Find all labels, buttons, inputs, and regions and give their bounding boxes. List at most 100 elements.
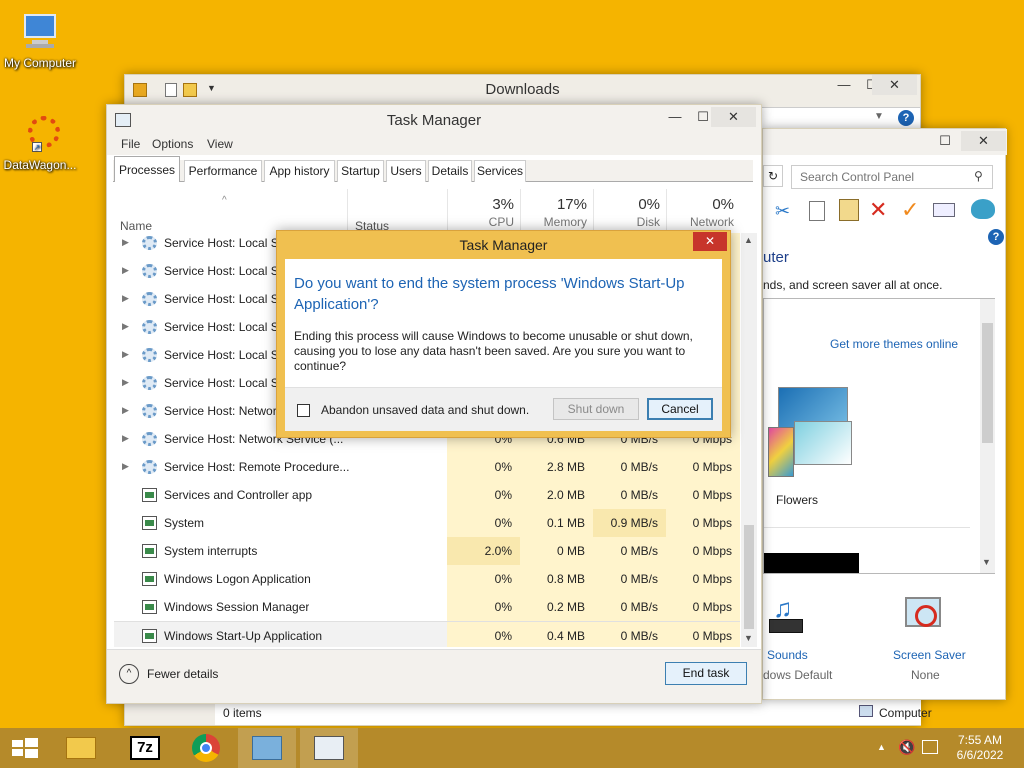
- gallery-scrollbar[interactable]: ▼: [980, 299, 995, 573]
- close-button[interactable]: ✕: [711, 107, 756, 127]
- table-row[interactable]: System 0% 0.1 MB 0.9 MB/s 0 Mbps: [114, 509, 740, 537]
- chrome-icon: [192, 734, 220, 762]
- search-box[interactable]: ⚲: [791, 165, 993, 189]
- abandon-checkbox-label[interactable]: Abandon unsaved data and shut down.: [321, 403, 529, 417]
- fewer-details-link[interactable]: Fewer details: [147, 667, 218, 681]
- help-icon[interactable]: ?: [988, 229, 1004, 245]
- help-icon[interactable]: ?: [898, 110, 914, 126]
- close-button[interactable]: ✕: [693, 232, 727, 251]
- scrollbar-thumb[interactable]: [744, 525, 754, 629]
- sun-logo-icon: ↗: [18, 112, 62, 156]
- control-panel-button[interactable]: [238, 728, 296, 768]
- chevron-right-icon[interactable]: ▶: [122, 265, 129, 276]
- chevron-down-icon[interactable]: ▼: [744, 633, 753, 643]
- maximize-button[interactable]: ☐: [931, 131, 959, 151]
- task-manager-taskbar-button[interactable]: [300, 728, 358, 768]
- minimize-button[interactable]: —: [661, 107, 689, 127]
- cut-icon[interactable]: ✂: [775, 201, 790, 222]
- dialog-question: Do you want to end the system process 'W…: [294, 275, 685, 313]
- taskbar: 7z ▲ 🔇 7:55 AM 6/6/2022: [0, 728, 1024, 768]
- table-row[interactable]: System interrupts 2.0% 0 MB 0 MB/s 0 Mbps: [114, 537, 740, 565]
- screen-saver-link[interactable]: Screen Saver: [893, 648, 966, 662]
- network-total: 0%: [712, 196, 734, 213]
- cpu-cell: 0%: [447, 453, 520, 481]
- search-input[interactable]: [798, 169, 968, 185]
- shell-icon[interactable]: [971, 199, 995, 219]
- network-cell: 0 Mbps: [666, 537, 740, 565]
- desktop-icon-label: My Computer: [3, 56, 77, 70]
- chevron-right-icon[interactable]: ▶: [122, 349, 129, 360]
- tab-details[interactable]: Details: [428, 160, 472, 182]
- screen-saver-value: None: [911, 668, 940, 682]
- network-icon[interactable]: [922, 740, 938, 754]
- screen-saver-icon[interactable]: [903, 595, 945, 637]
- music-notes-icon[interactable]: ♫: [767, 593, 807, 637]
- chevron-down-icon[interactable]: ▼: [874, 111, 884, 122]
- start-button[interactable]: [0, 728, 48, 768]
- delete-icon[interactable]: ✕: [869, 197, 887, 223]
- process-name: Service Host: Local Se: [164, 320, 286, 334]
- tab-services[interactable]: Services: [474, 160, 526, 182]
- chevron-right-icon[interactable]: ▶: [122, 433, 129, 444]
- column-network[interactable]: 0% Network: [666, 189, 740, 231]
- desktop-icon-my-computer[interactable]: My Computer: [0, 10, 80, 70]
- tab-processes[interactable]: Processes: [114, 156, 180, 182]
- theme-preview-strip: [764, 553, 859, 573]
- menu-view[interactable]: View: [207, 137, 233, 151]
- sounds-link[interactable]: Sounds: [767, 648, 808, 662]
- end-task-button[interactable]: End task: [665, 662, 747, 685]
- column-disk[interactable]: 0% Disk: [593, 189, 666, 231]
- search-icon[interactable]: ⚲: [974, 169, 983, 183]
- tab-startup[interactable]: Startup: [337, 160, 384, 182]
- chevron-up-icon[interactable]: ^: [119, 664, 139, 684]
- column-name[interactable]: Name: [120, 219, 152, 233]
- chevron-right-icon[interactable]: ▶: [122, 321, 129, 332]
- theme-gallery[interactable]: Get more themes online Flowers ▼: [763, 298, 995, 574]
- address-bar[interactable]: ▼ ?: [755, 107, 921, 129]
- process-list-scrollbar[interactable]: ▲ ▼: [741, 233, 757, 647]
- file-explorer-button[interactable]: [52, 728, 110, 768]
- volume-muted-icon[interactable]: 🔇: [898, 739, 915, 756]
- shut-down-button[interactable]: Shut down: [553, 398, 639, 420]
- tab-app-history[interactable]: App history: [264, 160, 335, 182]
- seven-zip-button[interactable]: 7z: [116, 728, 174, 768]
- table-row[interactable]: Services and Controller app 0% 2.0 MB 0 MB/…: [114, 481, 740, 509]
- desktop-icon-datawagon[interactable]: ↗ DataWagon...: [0, 112, 80, 172]
- scrollbar-thumb[interactable]: [982, 323, 993, 443]
- chevron-right-icon[interactable]: ▶: [122, 405, 129, 416]
- column-cpu-label: CPU: [488, 215, 514, 229]
- cancel-button[interactable]: Cancel: [647, 398, 713, 420]
- paste-icon[interactable]: [839, 199, 859, 221]
- chevron-right-icon[interactable]: ▶: [122, 237, 129, 248]
- rename-icon[interactable]: [933, 203, 955, 217]
- get-more-themes-link[interactable]: Get more themes online: [830, 337, 958, 351]
- chrome-button[interactable]: [178, 728, 236, 768]
- menu-file[interactable]: File: [121, 137, 140, 151]
- table-row[interactable]: Windows Session Manager 0% 0.2 MB 0 MB/s 0 M…: [114, 593, 740, 621]
- tab-users[interactable]: Users: [386, 160, 426, 182]
- refresh-icon[interactable]: ↻: [763, 165, 783, 187]
- copy-icon[interactable]: [809, 201, 825, 221]
- menu-options[interactable]: Options: [152, 137, 193, 151]
- show-hidden-icons[interactable]: ▲: [877, 742, 886, 752]
- chevron-right-icon[interactable]: ▶: [122, 461, 129, 472]
- checkmark-icon[interactable]: ✓: [901, 197, 919, 223]
- minimize-button[interactable]: —: [830, 75, 858, 95]
- column-status-header[interactable]: Status: [347, 189, 447, 233]
- chevron-down-icon[interactable]: ▼: [982, 557, 991, 567]
- clock[interactable]: 7:55 AM 6/6/2022: [950, 733, 1010, 763]
- close-button[interactable]: ✕: [872, 75, 917, 95]
- column-memory[interactable]: 17% Memory: [520, 189, 593, 231]
- close-button[interactable]: ✕: [961, 131, 1006, 151]
- column-memory-label: Memory: [543, 215, 587, 229]
- abandon-checkbox[interactable]: [297, 404, 310, 417]
- chevron-up-icon[interactable]: ▲: [744, 235, 753, 245]
- chevron-right-icon[interactable]: ▶: [122, 377, 129, 388]
- memory-total: 17%: [556, 196, 587, 213]
- chevron-right-icon[interactable]: ▶: [122, 293, 129, 304]
- table-row[interactable]: Windows Start-Up Application 0% 0.4 MB 0 MB…: [114, 621, 740, 647]
- table-row[interactable]: Windows Logon Application 0% 0.8 MB 0 MB/s 0…: [114, 565, 740, 593]
- tab-performance[interactable]: Performance: [184, 160, 262, 182]
- table-row[interactable]: ▶ Service Host: Remote Procedure... 0% 2.8 …: [114, 453, 740, 481]
- column-cpu[interactable]: 3% CPU: [447, 189, 520, 231]
